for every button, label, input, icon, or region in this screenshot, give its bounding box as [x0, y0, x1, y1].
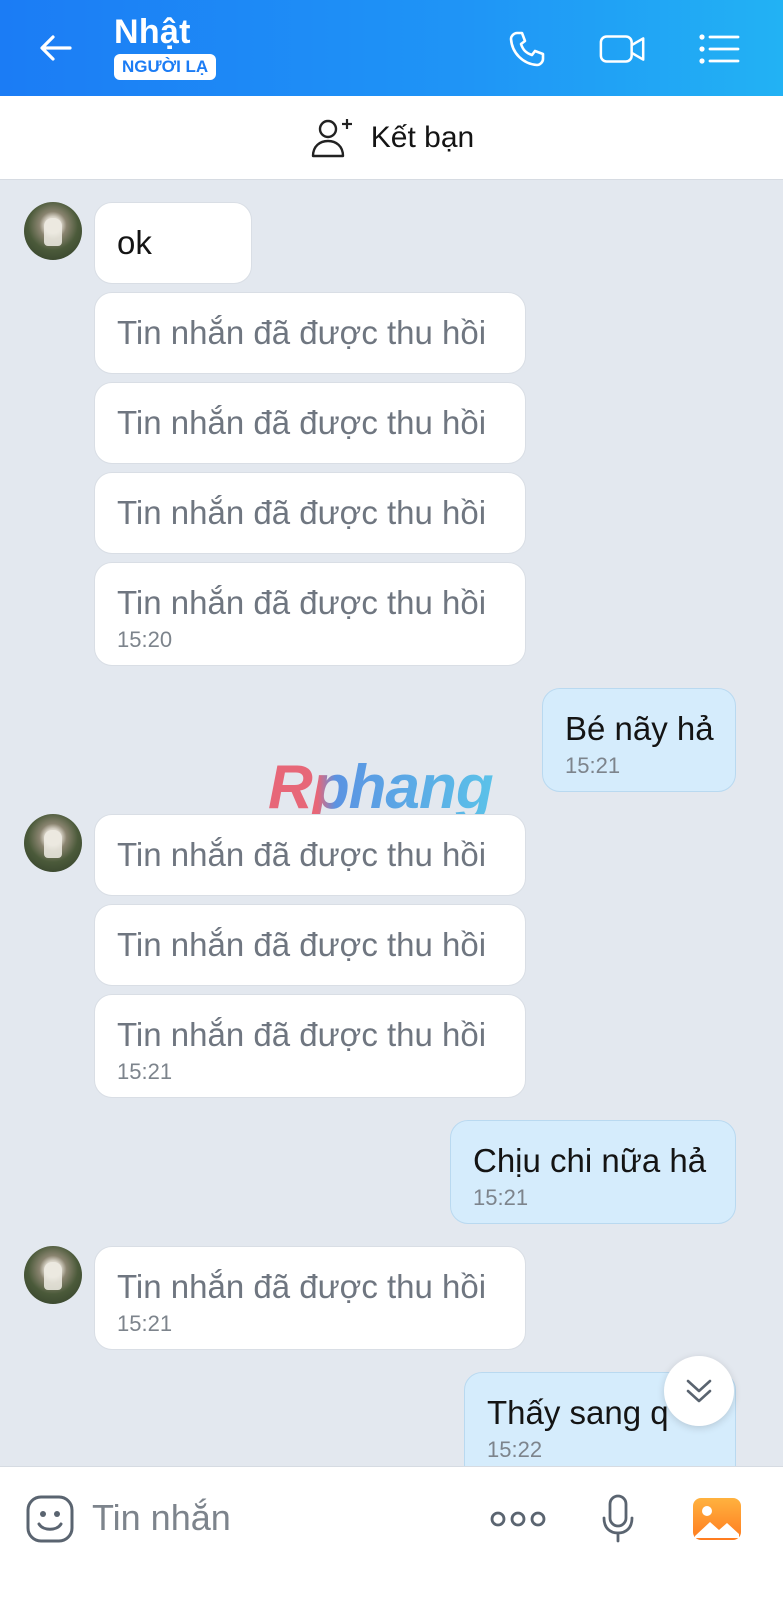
- message-time: 15:20: [117, 627, 173, 652]
- voice-button[interactable]: [596, 1493, 640, 1545]
- more-dots-icon: [490, 1511, 546, 1527]
- phone-icon: [509, 31, 545, 67]
- avatar[interactable]: [24, 202, 82, 260]
- microphone-icon: [602, 1494, 634, 1543]
- message-text: Chịu chi nữa hả: [473, 1142, 707, 1179]
- watermark-logo: Rphang: [268, 753, 494, 822]
- message-text: Tin nhắn đã được thu hồi: [117, 494, 487, 531]
- message-time: 15:21: [473, 1185, 529, 1210]
- message-text: Tin nhắn đã được thu hồi: [117, 404, 487, 441]
- message-input[interactable]: [92, 1489, 452, 1547]
- message-text: Tin nhắn đã được thu hồi: [117, 314, 487, 351]
- recalled-message-bubble[interactable]: Tin nhắn đã được thu hồi: [94, 904, 526, 986]
- call-button[interactable]: [502, 24, 552, 74]
- video-call-button[interactable]: [598, 24, 648, 74]
- recalled-message-bubble[interactable]: Tin nhắn đã được thu hồi: [94, 814, 526, 896]
- more-options-button[interactable]: [488, 1493, 548, 1545]
- sticker-icon[interactable]: [24, 1493, 76, 1545]
- my-message-bubble[interactable]: Chịu chi nữa hả 15:21: [450, 1120, 736, 1224]
- message-time: 15:21: [117, 1059, 173, 1084]
- double-chevron-down-icon: [686, 1379, 712, 1403]
- message-time: 15:21: [565, 753, 621, 778]
- message-time: 15:22: [487, 1437, 543, 1462]
- my-message-bubble[interactable]: Bé nãy hả 15:21: [542, 688, 736, 792]
- message-text: Bé nãy hả: [565, 710, 714, 747]
- recalled-message-bubble[interactable]: Tin nhắn đã được thu hồi: [94, 292, 526, 374]
- video-call-icon: [599, 35, 645, 63]
- recalled-message-bubble[interactable]: Tin nhắn đã được thu hồi: [94, 382, 526, 464]
- scroll-to-bottom-button[interactable]: [664, 1356, 734, 1426]
- add-friend-label: Kết bạn: [370, 120, 475, 154]
- message-input-bar: [0, 1466, 783, 1600]
- message-text: Tin nhắn đã được thu hồi: [117, 1268, 487, 1305]
- message-text: Tin nhắn đã được thu hồi: [117, 926, 487, 963]
- add-friend-button[interactable]: Kết bạn: [0, 96, 783, 180]
- recalled-message-bubble[interactable]: Tin nhắn đã được thu hồi: [94, 472, 526, 554]
- message-text: Tin nhắn đã được thu hồi: [117, 1016, 487, 1053]
- avatar[interactable]: [24, 814, 82, 872]
- photo-button[interactable]: [690, 1493, 744, 1545]
- message-bubble[interactable]: ok: [94, 202, 252, 284]
- stranger-badge: NGƯỜI LẠ: [114, 54, 217, 80]
- contact-name: Nhật: [114, 13, 191, 51]
- message-text: Tin nhắn đã được thu hồi: [117, 584, 487, 621]
- recalled-message-bubble[interactable]: Tin nhắn đã được thu hồi 15:21: [94, 994, 526, 1098]
- message-list[interactable]: ok Tin nhắn đã được thu hồi Tin nhắn đã …: [0, 180, 783, 1496]
- menu-list-icon: [699, 34, 740, 64]
- chat-header: Nhật NGƯỜI LẠ: [0, 0, 783, 96]
- back-button[interactable]: [30, 26, 82, 70]
- back-arrow-icon: [40, 35, 72, 61]
- message-text: ok: [117, 224, 152, 261]
- contact-title[interactable]: Nhật NGƯỜI LẠ: [114, 12, 217, 80]
- add-user-icon: [311, 118, 352, 157]
- avatar[interactable]: [24, 1246, 82, 1304]
- message-time: 15:21: [117, 1311, 173, 1336]
- image-gallery-icon: [693, 1498, 741, 1540]
- message-text: Tin nhắn đã được thu hồi: [117, 836, 487, 873]
- recalled-message-bubble[interactable]: Tin nhắn đã được thu hồi 15:20: [94, 562, 526, 666]
- recalled-message-bubble[interactable]: Tin nhắn đã được thu hồi 15:21: [94, 1246, 526, 1350]
- menu-button[interactable]: [694, 24, 744, 74]
